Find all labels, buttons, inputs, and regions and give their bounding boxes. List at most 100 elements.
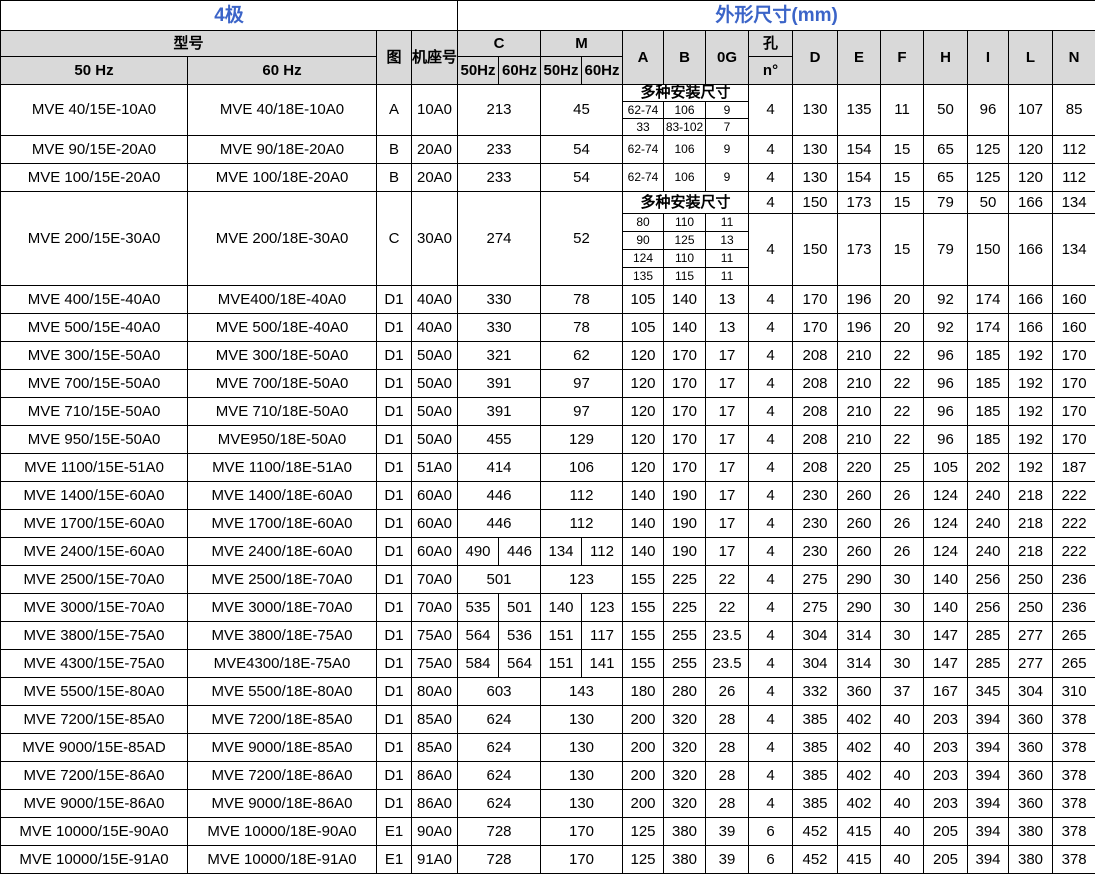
table-cell: 603: [458, 678, 541, 706]
table-cell: 213: [458, 85, 541, 136]
table-cell: 110: [664, 250, 706, 268]
table-cell: 624: [458, 762, 541, 790]
table-cell: 210: [838, 342, 881, 370]
table-cell: 275: [793, 566, 838, 594]
table-cell: 40: [881, 762, 924, 790]
table-cell: 155: [623, 622, 664, 650]
title-row: 4极外形尺寸(mm): [1, 1, 1095, 31]
table-cell: 112: [541, 482, 623, 510]
table-cell: 120: [623, 342, 664, 370]
table-cell: D1: [377, 370, 412, 398]
table-cell: 173: [838, 192, 881, 214]
table-cell: 28: [706, 790, 749, 818]
table-cell: 192: [1009, 342, 1053, 370]
table-cell: 62-74: [623, 136, 664, 164]
table-cell: D1: [377, 454, 412, 482]
table-cell: 22: [881, 342, 924, 370]
table-cell: 54: [541, 164, 623, 192]
table-cell: 255: [664, 622, 706, 650]
table-cell: 39: [706, 846, 749, 874]
header-hole-count: n°: [749, 57, 793, 85]
table-cell: 134: [1053, 214, 1095, 286]
table-cell: 360: [1009, 790, 1053, 818]
table-cell: 85A0: [412, 706, 458, 734]
table-cell: 277: [1009, 650, 1053, 678]
table-cell: MVE 4300/15E-75A0: [1, 650, 188, 678]
table-cell: 218: [1009, 482, 1053, 510]
table-cell: 624: [458, 706, 541, 734]
table-cell: 123: [541, 566, 623, 594]
table-cell: MVE 200/18E-30A0: [188, 192, 377, 286]
table-cell: D1: [377, 762, 412, 790]
table-cell: 225: [664, 566, 706, 594]
header-h: H: [924, 31, 968, 85]
table-cell: 123: [582, 594, 623, 622]
table-cell: 85A0: [412, 734, 458, 762]
table-cell: 125: [968, 136, 1009, 164]
table-cell: 147: [924, 650, 968, 678]
table-cell: MVE 1100/18E-51A0: [188, 454, 377, 482]
table-cell: 91A0: [412, 846, 458, 874]
table-cell: 79: [924, 214, 968, 286]
table-cell: 10A0: [412, 85, 458, 136]
section-title-right: 外形尺寸(mm): [458, 1, 1095, 31]
table-cell: 62-74: [623, 102, 664, 119]
table-cell: 360: [1009, 734, 1053, 762]
header-b: B: [664, 31, 706, 85]
table-cell: 330: [458, 314, 541, 342]
table-cell: MVE 300/18E-50A0: [188, 342, 377, 370]
table-cell: 170: [664, 370, 706, 398]
table-cell: 320: [664, 734, 706, 762]
table-cell: 624: [458, 790, 541, 818]
table-cell: D1: [377, 482, 412, 510]
table-cell: 125: [968, 164, 1009, 192]
table-cell: 378: [1053, 846, 1095, 874]
table-cell: 135: [623, 268, 664, 286]
table-cell: 134: [541, 538, 582, 566]
table-cell: MVE 500/18E-40A0: [188, 314, 377, 342]
table-cell: 167: [924, 678, 968, 706]
table-cell: 106: [541, 454, 623, 482]
table-cell: 135: [838, 85, 881, 136]
table-cell: 4: [749, 734, 793, 762]
table-row: MVE 10000/15E-90A0MVE 10000/18E-90A0E190…: [1, 818, 1095, 846]
table-cell: 125: [623, 818, 664, 846]
table-cell: MVE4300/18E-75A0: [188, 650, 377, 678]
table-cell: 192: [1009, 454, 1053, 482]
table-cell: MVE 950/15E-50A0: [1, 426, 188, 454]
table-cell: 140: [664, 314, 706, 342]
table-cell: MVE 7200/15E-86A0: [1, 762, 188, 790]
table-cell: 220: [838, 454, 881, 482]
table-cell: 124: [924, 510, 968, 538]
table-cell: D1: [377, 790, 412, 818]
table-cell: 6: [749, 846, 793, 874]
table-cell: 85: [1053, 85, 1095, 136]
table-row: MVE 2500/15E-70A0MVE 2500/18E-70A0D170A0…: [1, 566, 1095, 594]
table-cell: 174: [968, 314, 1009, 342]
table-cell: B: [377, 164, 412, 192]
table-cell: 37: [881, 678, 924, 706]
table-cell: 218: [1009, 510, 1053, 538]
table-cell: 23.5: [706, 622, 749, 650]
table-cell: 260: [838, 482, 881, 510]
table-cell: 185: [968, 342, 1009, 370]
table-cell: 13: [706, 232, 749, 250]
table-row: MVE 40/15E-10A0MVE 40/18E-10A0A10A021345…: [1, 85, 1095, 102]
table-cell: 50: [924, 85, 968, 136]
table-cell: 402: [838, 762, 881, 790]
table-cell: 106: [664, 136, 706, 164]
table-cell: B: [377, 136, 412, 164]
table-cell: D1: [377, 706, 412, 734]
table-row: MVE 3800/15E-75A0MVE 3800/18E-75A0D175A0…: [1, 622, 1095, 650]
table-cell: 380: [664, 818, 706, 846]
table-cell: 4: [749, 370, 793, 398]
table-cell: 26: [881, 482, 924, 510]
table-cell: 112: [541, 510, 623, 538]
table-cell: 320: [664, 762, 706, 790]
table-cell: 385: [793, 734, 838, 762]
table-cell: 490: [458, 538, 499, 566]
table-cell: 274: [458, 192, 541, 286]
table-cell: 210: [838, 370, 881, 398]
table-cell: 196: [838, 314, 881, 342]
table-cell: 236: [1053, 566, 1095, 594]
